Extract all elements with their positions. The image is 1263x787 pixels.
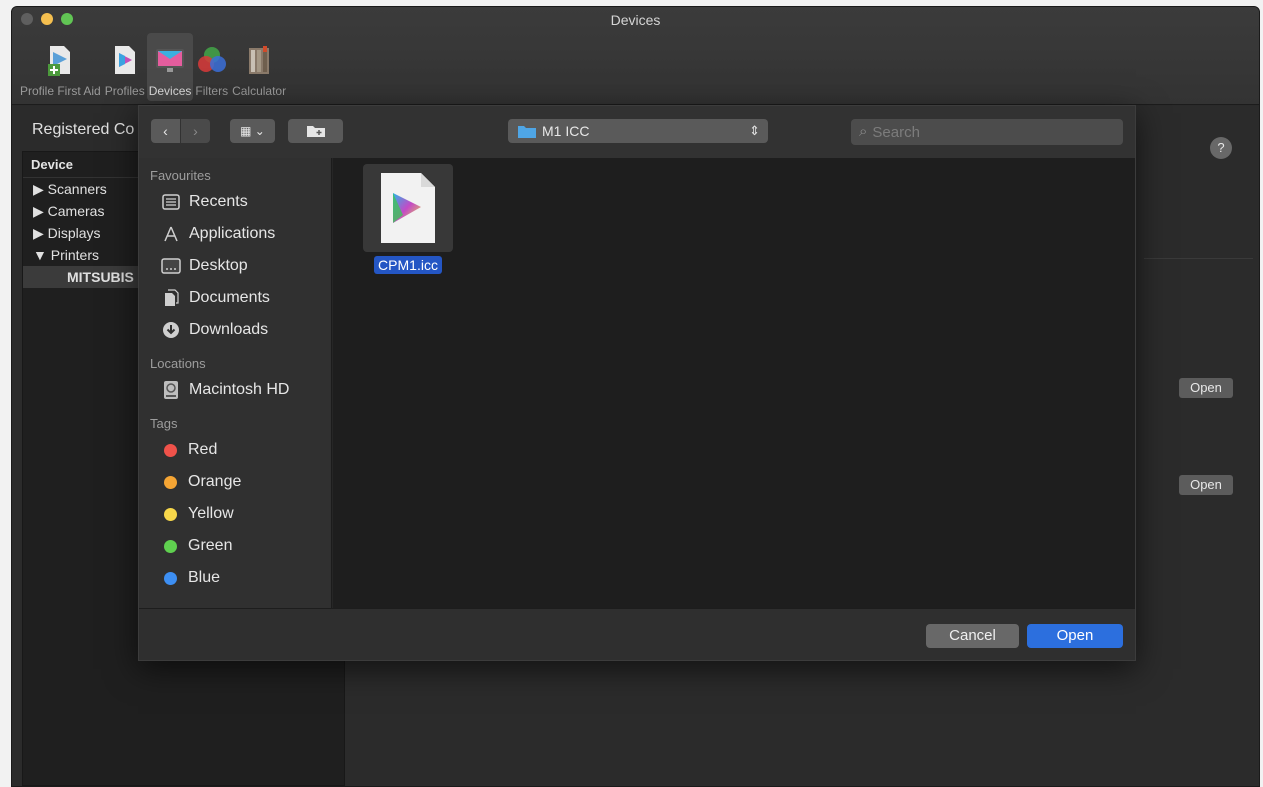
toolbar-label: Profile First Aid	[20, 84, 101, 98]
file-browser-area[interactable]: CPM1.icc	[333, 158, 1135, 610]
profiles-icon	[114, 46, 135, 74]
toolbar-devices[interactable]: Devices	[146, 33, 194, 101]
file-name-label[interactable]: CPM1.icc	[374, 256, 442, 274]
toolbar-calculator[interactable]: Calculator	[230, 33, 288, 101]
documents-icon	[161, 288, 181, 308]
dialog-footer: Cancel Open	[139, 608, 1135, 660]
title-bar: Devices Profile First Aid Profiles Devic…	[12, 7, 1259, 105]
sidebar-item-label: Orange	[188, 473, 242, 490]
folder-icon	[518, 125, 536, 138]
toolbar-profile-first-aid[interactable]: Profile First Aid	[18, 33, 103, 101]
toolbar-label: Devices	[148, 84, 192, 98]
sidebar-tag-blue[interactable]: Blue	[139, 562, 331, 594]
sidebar-item-label: Downloads	[189, 321, 269, 338]
orange-tag-icon	[164, 475, 177, 489]
icc-profile-file-icon	[381, 173, 435, 243]
recents-icon	[161, 192, 181, 212]
open-button[interactable]: Open	[1027, 624, 1123, 648]
locations-section-title: Locations	[150, 356, 206, 371]
view-options-button[interactable]: ▦ ⌄	[230, 119, 275, 143]
popup-arrows-icon: ⇕	[749, 123, 760, 138]
downloads-icon	[161, 320, 181, 340]
search-icon: ⌕	[859, 123, 868, 140]
divider	[1144, 258, 1253, 259]
location-popup[interactable]: M1 ICC ⇕	[508, 119, 768, 143]
file-thumbnail[interactable]	[363, 164, 453, 252]
sidebar-item-label: Blue	[188, 569, 221, 586]
yellow-tag-icon	[164, 507, 177, 521]
toolbar-filters[interactable]: Filters	[193, 33, 230, 101]
favourites-section-title: Favourites	[150, 168, 211, 183]
new-folder-button[interactable]	[288, 119, 343, 143]
main-content: Registered Co Device ▶ Scanners ▶ Camera…	[12, 105, 1259, 786]
red-tag-icon	[164, 443, 177, 457]
sidebar-item-label: Macintosh HD	[189, 381, 290, 398]
sidebar-item-desktop[interactable]: Desktop	[139, 250, 331, 282]
forward-button[interactable]: ›	[181, 119, 210, 143]
toolbar-label: Profiles	[104, 84, 145, 98]
tags-section-title: Tags	[150, 416, 178, 431]
pane-title: Registered Co	[32, 121, 135, 138]
toolbar-profiles[interactable]: Profiles	[103, 33, 147, 101]
sidebar-item-documents[interactable]: Documents	[139, 282, 331, 314]
sidebar-item-label: Desktop	[189, 257, 248, 274]
sidebar-tag-red[interactable]: Red	[139, 434, 331, 466]
sidebar-item-downloads[interactable]: Downloads	[139, 314, 331, 346]
main-toolbar: Profile First Aid Profiles Devices Filte…	[18, 33, 288, 101]
cancel-button[interactable]: Cancel	[926, 624, 1019, 648]
sidebar-tag-green[interactable]: Green	[139, 530, 331, 562]
sidebar-item-label: Red	[188, 441, 218, 458]
dialog-toolbar: ‹ › ▦ ⌄ M1 ICC ⇕ ⌕	[139, 106, 1135, 158]
search-input[interactable]	[872, 123, 1093, 141]
back-button[interactable]: ‹	[151, 119, 180, 143]
window-title: Devices	[610, 12, 661, 28]
profile-first-aid-icon	[48, 46, 71, 76]
applications-icon	[161, 224, 181, 244]
open-button-1[interactable]: Open	[1179, 378, 1233, 398]
devices-window: Devices Profile First Aid Profiles Devic…	[11, 6, 1260, 787]
sidebar-item-label: Recents	[189, 193, 248, 210]
search-field[interactable]: ⌕	[851, 119, 1123, 145]
green-tag-icon	[164, 539, 177, 553]
toolbar-label: Filters	[195, 84, 229, 98]
calculator-icon	[249, 46, 270, 74]
open-file-dialog: ‹ › ▦ ⌄ M1 ICC ⇕ ⌕ Search Favourites Rec…	[138, 105, 1136, 661]
open-button-2[interactable]: Open	[1179, 475, 1233, 495]
grid-view-icon: ▦ ⌄	[240, 124, 265, 138]
filters-icon	[197, 47, 226, 72]
blue-tag-icon	[164, 571, 177, 585]
sidebar-item-macintosh-hd[interactable]: Macintosh HD	[139, 374, 331, 406]
devices-icon	[156, 49, 185, 72]
sidebar-item-label: Yellow	[188, 505, 234, 522]
sidebar-tag-yellow[interactable]: Yellow	[139, 498, 331, 530]
new-folder-icon	[306, 125, 325, 137]
dialog-sidebar: Favourites Recents Applications Desktop …	[139, 158, 332, 610]
sidebar-item-applications[interactable]: Applications	[139, 218, 331, 250]
hard-drive-icon	[161, 380, 181, 400]
toolbar-label: Calculator	[232, 84, 287, 98]
sidebar-tag-orange[interactable]: Orange	[139, 466, 331, 498]
sidebar-item-label: Documents	[189, 289, 270, 306]
sidebar-item-recents[interactable]: Recents	[139, 186, 331, 218]
sidebar-item-label: Applications	[189, 225, 276, 242]
file-item[interactable]: CPM1.icc	[363, 164, 453, 274]
help-button[interactable]: ?	[1210, 137, 1232, 159]
desktop-icon	[161, 256, 181, 276]
sidebar-item-label: Green	[188, 537, 233, 554]
location-label: M1 ICC	[542, 123, 590, 139]
navigation-buttons: ‹ ›	[151, 119, 210, 143]
